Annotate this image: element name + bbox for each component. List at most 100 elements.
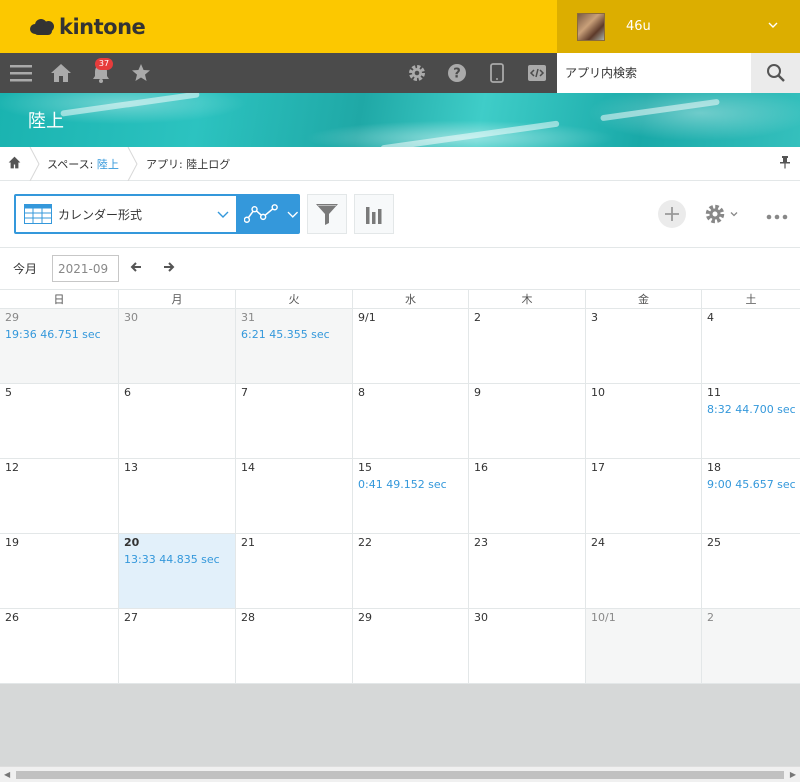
- arrow-right-icon: [164, 262, 175, 272]
- calendar-day-cell[interactable]: 6: [118, 384, 235, 459]
- calendar-day-cell[interactable]: 2: [701, 609, 800, 684]
- app-settings-button[interactable]: [704, 203, 738, 225]
- calendar-day-cell[interactable]: 23: [468, 534, 585, 609]
- day-number: 24: [591, 536, 605, 549]
- calendar-day-cell[interactable]: 12: [0, 459, 118, 534]
- calendar-event-link[interactable]: 9:00 45.657 sec: [707, 478, 796, 491]
- calendar-day-cell[interactable]: 20 13:33 44.835 sec: [118, 534, 235, 609]
- calendar-day-cell[interactable]: 19: [0, 534, 118, 609]
- day-number: 20: [124, 536, 140, 549]
- day-number: 19: [5, 536, 19, 549]
- next-month-button[interactable]: [163, 261, 175, 276]
- app-search-input[interactable]: [557, 53, 751, 93]
- search-button[interactable]: [751, 53, 800, 93]
- calendar-event-link[interactable]: 6:21 45.355 sec: [241, 328, 330, 341]
- calendar-day-cell[interactable]: 10: [585, 384, 701, 459]
- calendar-day-cell[interactable]: 26: [0, 609, 118, 684]
- calendar-day-cell[interactable]: 29 19:36 46.751 sec: [0, 309, 118, 384]
- calendar-day-cell[interactable]: 8: [352, 384, 468, 459]
- calendar-day-cell[interactable]: 13: [118, 459, 235, 534]
- space-banner: 陸上: [0, 93, 800, 147]
- day-number: 7: [241, 386, 248, 399]
- weekday-label: 土: [701, 290, 800, 309]
- calendar-day-cell[interactable]: 11 8:32 44.700 sec: [701, 384, 800, 459]
- breadcrumb: スペース: 陸上 アプリ: 陸上ログ: [0, 147, 800, 181]
- home-icon[interactable]: [8, 156, 21, 172]
- month-input[interactable]: [52, 255, 119, 282]
- filter-button[interactable]: [307, 194, 347, 234]
- day-number: 11: [707, 386, 721, 399]
- calendar-day-cell[interactable]: 9: [468, 384, 585, 459]
- day-number: 17: [591, 461, 605, 474]
- calendar-event-link[interactable]: 8:32 44.700 sec: [707, 403, 796, 416]
- day-number: 31: [241, 311, 255, 324]
- filter-icon: [316, 204, 338, 225]
- calendar-nav: 今月: [0, 248, 800, 289]
- day-number: 8: [358, 386, 365, 399]
- horizontal-scrollbar[interactable]: ◀ ▶: [0, 766, 800, 782]
- calendar-day-cell[interactable]: 9/1: [352, 309, 468, 384]
- calendar-day-cell[interactable]: 22: [352, 534, 468, 609]
- menu-icon[interactable]: [9, 61, 33, 85]
- day-number: 27: [124, 611, 138, 624]
- day-number: 10/1: [591, 611, 616, 624]
- calendar-day-cell[interactable]: 4: [701, 309, 800, 384]
- calendar-day-cell[interactable]: 29: [352, 609, 468, 684]
- calendar-day-cell[interactable]: 18 9:00 45.657 sec: [701, 459, 800, 534]
- calendar-day-cell[interactable]: 27: [118, 609, 235, 684]
- calendar-day-cell[interactable]: 7: [235, 384, 352, 459]
- mobile-icon[interactable]: [485, 61, 509, 85]
- calendar-day-cell[interactable]: 15 0:41 49.152 sec: [352, 459, 468, 534]
- calendar-event-link[interactable]: 13:33 44.835 sec: [124, 553, 220, 566]
- day-number: 16: [474, 461, 488, 474]
- top-header: kintone 46u: [0, 0, 800, 53]
- scroll-left-icon[interactable]: ◀: [4, 770, 10, 779]
- calendar-day-cell[interactable]: 2: [468, 309, 585, 384]
- star-icon[interactable]: [129, 61, 153, 85]
- calendar-day-cell[interactable]: 17: [585, 459, 701, 534]
- home-icon[interactable]: [49, 61, 73, 85]
- this-month-button[interactable]: 今月: [13, 260, 37, 277]
- graph-button[interactable]: [354, 194, 394, 234]
- help-icon[interactable]: ?: [445, 61, 469, 85]
- add-record-button[interactable]: [658, 200, 686, 228]
- prev-month-button[interactable]: [130, 261, 142, 276]
- calendar-day-cell[interactable]: 30: [468, 609, 585, 684]
- more-options-button[interactable]: [766, 209, 788, 223]
- svg-text:?: ?: [453, 67, 461, 82]
- notification-badge: 37: [95, 58, 113, 70]
- calendar-day-cell[interactable]: 16: [468, 459, 585, 534]
- calendar-event-link[interactable]: 0:41 49.152 sec: [358, 478, 447, 491]
- calendar-day-cell[interactable]: 30: [118, 309, 235, 384]
- graph-menu-button[interactable]: [238, 196, 298, 232]
- day-number: 6: [124, 386, 131, 399]
- calendar-event-link[interactable]: 19:36 46.751 sec: [5, 328, 101, 341]
- weekday-label: 水: [352, 290, 468, 309]
- gear-icon[interactable]: [405, 61, 429, 85]
- kintone-logo[interactable]: kintone: [30, 14, 146, 40]
- calendar-day-cell[interactable]: 14: [235, 459, 352, 534]
- day-number: 10: [591, 386, 605, 399]
- pin-icon[interactable]: [780, 156, 790, 172]
- calendar-day-cell[interactable]: 28: [235, 609, 352, 684]
- calendar-day-cell[interactable]: 24: [585, 534, 701, 609]
- breadcrumb-space-link[interactable]: 陸上: [97, 158, 119, 171]
- cloud-icon: [30, 18, 56, 36]
- calendar-day-cell[interactable]: 21: [235, 534, 352, 609]
- code-icon[interactable]: [525, 61, 549, 85]
- scroll-right-icon[interactable]: ▶: [790, 770, 796, 779]
- user-menu[interactable]: 46u: [557, 0, 800, 53]
- space-title: 陸上: [28, 111, 64, 132]
- calendar-day-cell[interactable]: 10/1: [585, 609, 701, 684]
- chevron-down-icon: [730, 212, 738, 217]
- table-icon: [24, 204, 52, 224]
- calendar-day-cell[interactable]: 31 6:21 45.355 sec: [235, 309, 352, 384]
- view-dropdown[interactable]: カレンダー形式: [16, 196, 236, 232]
- calendar-day-cell[interactable]: 5: [0, 384, 118, 459]
- day-number: 18: [707, 461, 721, 474]
- calendar-day-cell[interactable]: 25: [701, 534, 800, 609]
- day-number: 29: [358, 611, 372, 624]
- scrollbar-thumb[interactable]: [16, 771, 784, 779]
- calendar-day-cell[interactable]: 3: [585, 309, 701, 384]
- day-number: 29: [5, 311, 19, 324]
